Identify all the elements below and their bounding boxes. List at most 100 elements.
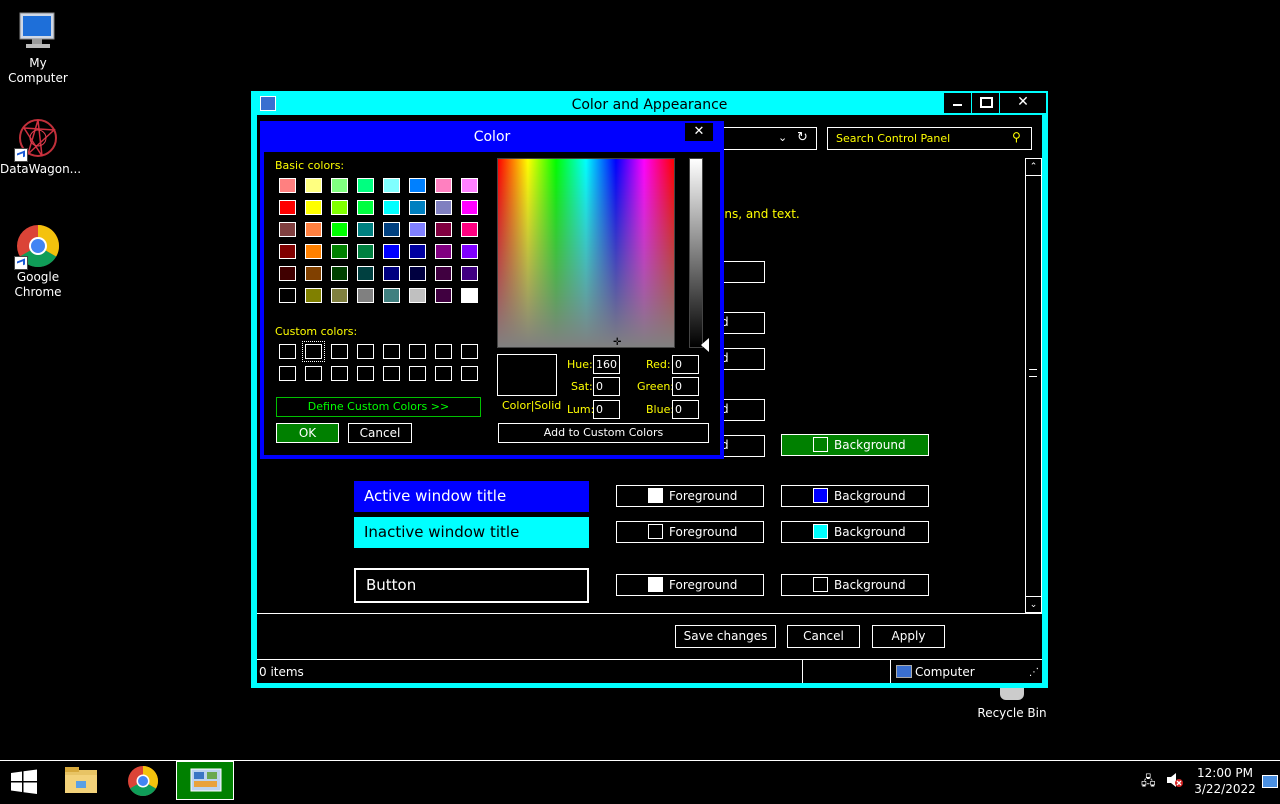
basic-color-swatch[interactable]: [383, 244, 400, 259]
search-box[interactable]: Search Control Panel ⚲: [827, 127, 1032, 150]
basic-color-swatch[interactable]: [461, 244, 478, 259]
basic-color-swatch[interactable]: [435, 200, 452, 215]
apply-button[interactable]: Apply: [872, 625, 945, 648]
hue-field[interactable]: 160: [593, 355, 620, 374]
basic-color-swatch[interactable]: [435, 222, 452, 237]
dialog-close-button[interactable]: ✕: [685, 123, 713, 141]
network-icon[interactable]: 🖧: [1141, 772, 1157, 789]
start-button[interactable]: [10, 769, 38, 795]
luminance-slider[interactable]: [689, 158, 703, 348]
cancel-button[interactable]: Cancel: [787, 625, 860, 648]
basic-color-swatch[interactable]: [435, 266, 452, 281]
basic-color-swatch[interactable]: [461, 288, 478, 303]
basic-color-swatch[interactable]: [357, 222, 374, 237]
basic-color-swatch[interactable]: [305, 244, 322, 259]
sat-field[interactable]: 0: [593, 377, 620, 396]
custom-color-swatch[interactable]: [357, 366, 374, 381]
scroll-down-arrow-icon[interactable]: ⌄: [1026, 596, 1041, 613]
basic-color-swatch[interactable]: [357, 288, 374, 303]
custom-color-swatch[interactable]: [409, 344, 426, 359]
basic-color-swatch[interactable]: [383, 178, 400, 193]
taskbar-control-panel[interactable]: [176, 761, 234, 800]
vertical-scrollbar[interactable]: ⌃ ⌄: [1025, 158, 1042, 613]
desktop-icon-chrome[interactable]: Google Chrome: [0, 224, 76, 300]
basic-color-swatch[interactable]: [409, 200, 426, 215]
custom-color-swatch[interactable]: [461, 366, 478, 381]
basic-color-swatch[interactable]: [409, 266, 426, 281]
ok-button[interactable]: OK: [276, 423, 339, 443]
basic-color-swatch[interactable]: [435, 288, 452, 303]
basic-color-swatch[interactable]: [409, 288, 426, 303]
basic-color-swatch[interactable]: [357, 266, 374, 281]
custom-color-swatch[interactable]: [357, 344, 374, 359]
basic-color-swatch[interactable]: [279, 288, 296, 303]
basic-color-swatch[interactable]: [305, 266, 322, 281]
basic-color-swatch[interactable]: [305, 288, 322, 303]
custom-color-swatch[interactable]: [302, 341, 325, 362]
basic-color-swatch[interactable]: [279, 244, 296, 259]
save-changes-button[interactable]: Save changes: [675, 625, 776, 648]
basic-color-swatch[interactable]: [279, 266, 296, 281]
basic-color-swatch[interactable]: [435, 244, 452, 259]
basic-color-swatch[interactable]: [357, 200, 374, 215]
background-button-selected[interactable]: Background: [781, 434, 929, 456]
color-spectrum[interactable]: ✛: [497, 158, 675, 348]
close-button[interactable]: ✕: [1000, 93, 1046, 113]
custom-color-swatch[interactable]: [409, 366, 426, 381]
inactive-title-foreground-button[interactable]: Foreground: [616, 521, 764, 543]
custom-color-swatch[interactable]: [435, 366, 452, 381]
clock[interactable]: 12:00 PM 3/22/2022: [1190, 765, 1260, 797]
show-desktop-button[interactable]: [1262, 775, 1278, 788]
blue-field[interactable]: 0: [672, 400, 699, 419]
taskbar-file-explorer[interactable]: [56, 761, 106, 801]
search-icon[interactable]: ⚲: [1012, 130, 1021, 144]
basic-color-swatch[interactable]: [461, 266, 478, 281]
basic-color-swatch[interactable]: [331, 266, 348, 281]
define-custom-colors-button[interactable]: Define Custom Colors >>: [276, 397, 481, 417]
basic-color-swatch[interactable]: [331, 288, 348, 303]
custom-color-swatch[interactable]: [331, 366, 348, 381]
sample-active-window-title[interactable]: Active window title: [354, 481, 589, 512]
custom-color-swatch[interactable]: [279, 344, 296, 359]
basic-color-swatch[interactable]: [331, 222, 348, 237]
basic-color-swatch[interactable]: [279, 222, 296, 237]
lum-field[interactable]: 0: [593, 400, 620, 419]
desktop-icon-my-computer[interactable]: My Computer: [0, 10, 76, 86]
basic-color-swatch[interactable]: [357, 244, 374, 259]
sample-button[interactable]: Button: [354, 568, 589, 603]
address-bar[interactable]: ⌄ ↻: [719, 127, 817, 150]
custom-color-swatch[interactable]: [383, 344, 400, 359]
basic-color-swatch[interactable]: [409, 178, 426, 193]
basic-color-swatch[interactable]: [331, 244, 348, 259]
basic-color-swatch[interactable]: [409, 244, 426, 259]
add-to-custom-colors-button[interactable]: Add to Custom Colors: [498, 423, 709, 443]
basic-color-swatch[interactable]: [279, 178, 296, 193]
button-foreground-button[interactable]: Foreground: [616, 574, 764, 596]
desktop-icon-recycle-bin[interactable]: Recycle Bin: [974, 706, 1050, 721]
basic-color-swatch[interactable]: [383, 266, 400, 281]
basic-color-swatch[interactable]: [331, 200, 348, 215]
basic-color-swatch[interactable]: [409, 222, 426, 237]
custom-color-swatch[interactable]: [305, 366, 322, 381]
basic-color-swatch[interactable]: [461, 222, 478, 237]
maximize-button[interactable]: [972, 93, 999, 113]
basic-color-swatch[interactable]: [461, 178, 478, 193]
scroll-thumb-grip-icon[interactable]: [1029, 369, 1037, 377]
minimize-button[interactable]: [944, 93, 971, 113]
red-field[interactable]: 0: [672, 355, 699, 374]
basic-color-swatch[interactable]: [357, 178, 374, 193]
sample-inactive-window-title[interactable]: Inactive window title: [354, 517, 589, 548]
green-field[interactable]: 0: [672, 377, 699, 396]
basic-color-swatch[interactable]: [331, 178, 348, 193]
basic-color-swatch[interactable]: [383, 222, 400, 237]
cancel-button[interactable]: Cancel: [348, 423, 412, 443]
custom-color-swatch[interactable]: [383, 366, 400, 381]
custom-color-swatch[interactable]: [331, 344, 348, 359]
inactive-title-background-button[interactable]: Background: [781, 521, 929, 543]
luminance-arrow-icon[interactable]: [701, 338, 709, 352]
resize-grip-icon[interactable]: ⋰: [1029, 667, 1039, 678]
basic-color-swatch[interactable]: [305, 200, 322, 215]
basic-color-swatch[interactable]: [305, 222, 322, 237]
basic-color-swatch[interactable]: [383, 200, 400, 215]
button-background-button[interactable]: Background: [781, 574, 929, 596]
